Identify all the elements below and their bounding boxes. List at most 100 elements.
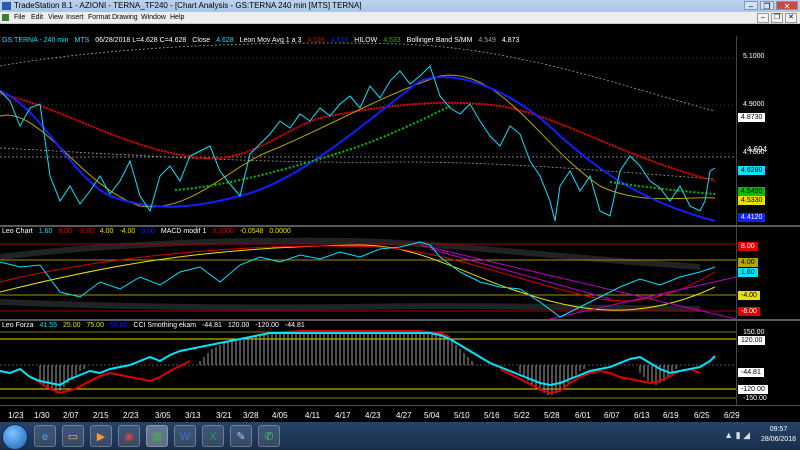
date-tick: 5/22 xyxy=(514,411,530,420)
leo-chart-pane[interactable]: Leo Chart 1.60 8.00 -8.00 4.00 -4.00 0.0… xyxy=(0,227,736,319)
cci-value-3: -120.00 xyxy=(255,322,279,329)
doc-close-button[interactable]: ✕ xyxy=(785,13,797,23)
date-tick: 6/25 xyxy=(694,411,710,420)
leo-chart-value-6: 0.00 xyxy=(141,228,155,235)
exchange-label: MTS xyxy=(74,37,90,44)
system-tray[interactable]: ▲ ▮ ◢ xyxy=(724,430,750,441)
leo-forza-pane[interactable]: Leo Forza 41.55 25.00 75.00 50.00 CCI Sm… xyxy=(0,321,736,405)
ma-value-label: 4.5330 xyxy=(738,196,766,205)
date-tick: 5/16 xyxy=(484,411,500,420)
excel-icon[interactable]: X xyxy=(202,425,224,447)
indicator1-value-1: 4.516 xyxy=(307,37,325,44)
cci-value-2: 120.00 xyxy=(227,322,250,329)
menu-format[interactable]: Format xyxy=(88,12,110,23)
leo-chart-value-4: 4.00 xyxy=(99,228,114,235)
tradestation-icon xyxy=(2,2,11,10)
close-value: 4.628 xyxy=(216,37,234,44)
media-player-icon[interactable]: ▶ xyxy=(90,425,112,447)
macd-indicator-name: MACD modif 1 xyxy=(160,228,207,235)
forza-value-2: 25.00 xyxy=(62,322,81,329)
price-pane-header: GS:TERNA - 240 min MTS 06/28/2018 L=4.62… xyxy=(2,37,523,45)
macd-value-2: -0.0548 xyxy=(239,228,264,235)
doc-restore-button[interactable]: ❐ xyxy=(771,13,783,23)
date-tick: 4/17 xyxy=(335,411,351,420)
date-tick: 4/23 xyxy=(365,411,381,420)
leo-forza-title: Leo Forza xyxy=(2,322,34,329)
clock-time: 09:57 xyxy=(769,426,788,433)
leo-label-8: 8.00 xyxy=(738,242,758,251)
menu-drawing[interactable]: Drawing xyxy=(112,12,138,23)
date-tick: 3/05 xyxy=(155,411,171,420)
leo-label-4: 4.00 xyxy=(738,258,758,267)
macd-value-3: 0.0000 xyxy=(269,228,291,235)
date-tick: 6/01 xyxy=(575,411,591,420)
start-button[interactable] xyxy=(2,424,28,450)
forza-value-4: 50.00 xyxy=(109,322,128,329)
leo-label-minus4: -4.00 xyxy=(738,291,760,300)
chrome-icon[interactable]: ◉ xyxy=(118,425,140,447)
close-label: Close xyxy=(192,37,211,44)
folder-icon[interactable]: ▭ xyxy=(62,425,84,447)
forza-label-minus120: -120.00 xyxy=(738,385,768,394)
hline-value-label: 4.694 xyxy=(747,145,768,154)
indicator1-value-2: 4.516 xyxy=(330,37,349,44)
tradestation-icon[interactable]: ▦ xyxy=(146,425,168,447)
menu-help[interactable]: Help xyxy=(170,12,184,23)
forza-histogram xyxy=(39,333,677,395)
indicator2-name: HILOW xyxy=(354,37,378,44)
leo-label-minus8: -8.00 xyxy=(738,307,760,316)
leo-chart-plot[interactable] xyxy=(0,227,736,319)
title-bar: TradeStation 8.1 - AZIONI - TERNA_TF240 … xyxy=(0,0,800,12)
chart-document-icon[interactable] xyxy=(2,14,9,21)
leo-chart-value-3: -8.00 xyxy=(77,228,94,235)
menu-view[interactable]: View xyxy=(48,12,63,23)
date-tick: 2/23 xyxy=(123,411,139,420)
menu-edit[interactable]: Edit xyxy=(31,12,43,23)
price-plot[interactable] xyxy=(0,36,736,225)
date-axis[interactable]: 1/23 1/30 2/07 2/15 2/23 3/05 3/13 3/21 … xyxy=(0,405,800,423)
cci-value-1: -44.81 xyxy=(202,322,222,329)
menu-file[interactable]: File xyxy=(14,12,25,23)
forza-red-line xyxy=(29,360,191,395)
window-controls: – ❐ ✕ xyxy=(744,1,798,11)
leo-forza-scale[interactable]: 150.00 120.00 -44.81 -120.00 -150.00 xyxy=(736,321,800,405)
date-tick: 4/05 xyxy=(272,411,288,420)
price-tick-1: 5.1000 xyxy=(743,53,765,60)
forza-label-minus150: -150.00 xyxy=(743,395,767,402)
price-pane[interactable]: GS:TERNA - 240 min MTS 06/28/2018 L=4.62… xyxy=(0,36,736,225)
menu-bar: File Edit View Insert Format Drawing Win… xyxy=(0,12,800,24)
ie-icon[interactable]: e xyxy=(34,425,56,447)
date-tick: 3/21 xyxy=(216,411,232,420)
indicator1-name: Leon Mov Avg 1 a 3 xyxy=(239,37,302,44)
date-tick: 2/07 xyxy=(63,411,79,420)
taskbar: e ▭ ▶ ◉ ▦ W X ✎ ✆ ▲ ▮ ◢ 09:57 28/06/2018 xyxy=(0,422,800,450)
maximize-button[interactable]: ❐ xyxy=(760,1,774,11)
leo-label-current: 1.60 xyxy=(738,268,758,277)
close-price-label: 4.6280 xyxy=(738,166,766,175)
leo-forza-plot[interactable] xyxy=(0,321,736,405)
blue-moving-average xyxy=(0,76,716,222)
clock[interactable]: 09:57 28/06/2018 xyxy=(761,425,796,445)
leo-chart-header: Leo Chart 1.60 8.00 -8.00 4.00 -4.00 0.0… xyxy=(2,228,295,236)
forza-label-current: -44.81 xyxy=(738,368,764,377)
date-tick: 5/10 xyxy=(454,411,470,420)
minimize-button[interactable]: – xyxy=(744,1,758,11)
word-icon[interactable]: W xyxy=(174,425,196,447)
close-button[interactable]: ✕ xyxy=(776,1,798,11)
date-tick: 1/30 xyxy=(34,411,50,420)
doc-minimize-button[interactable]: – xyxy=(757,13,769,23)
price-scale[interactable]: 5.1000 4.9000 4.8730 4.7000 4.6280 4.549… xyxy=(736,36,800,225)
whatsapp-icon[interactable]: ✆ xyxy=(258,425,280,447)
menu-insert[interactable]: Insert xyxy=(66,12,84,23)
window-title: TradeStation 8.1 - AZIONI - TERNA_TF240 … xyxy=(14,1,362,10)
document-controls: – ❐ ✕ xyxy=(757,13,797,23)
symbol-label: GS:TERNA - 240 min xyxy=(2,37,69,44)
bollinger-upper-line xyxy=(0,42,716,112)
hilow-label: 4.5490 xyxy=(738,187,766,196)
paint-icon[interactable]: ✎ xyxy=(230,425,252,447)
leo-chart-scale[interactable]: 8.00 4.00 1.60 -4.00 -8.00 xyxy=(736,227,800,319)
indicator3-name: Bollinger Band S/MM xyxy=(406,37,473,44)
date-tick: 4/11 xyxy=(305,411,320,420)
clock-date: 28/06/2018 xyxy=(760,436,796,443)
menu-window[interactable]: Window xyxy=(141,12,166,23)
